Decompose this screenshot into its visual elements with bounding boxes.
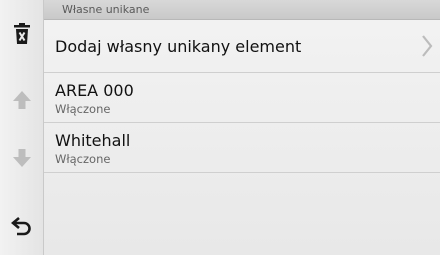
back-icon — [10, 215, 33, 237]
arrow-up-icon — [12, 89, 32, 111]
back-button[interactable] — [0, 204, 43, 248]
list-item[interactable]: AREA 000 Włączone — [44, 73, 440, 123]
scroll-down-button[interactable] — [0, 136, 43, 180]
scroll-up-button[interactable] — [0, 78, 43, 122]
page-title: Własne unikane — [62, 3, 150, 16]
avoidance-list: Dodaj własny unikany element AREA 000 Wł… — [44, 20, 440, 173]
list-item-title: AREA 000 — [55, 81, 134, 100]
arrow-down-icon — [12, 147, 32, 169]
header-bar: Własne unikane — [44, 0, 440, 20]
add-avoidance-item[interactable]: Dodaj własny unikany element — [44, 20, 440, 73]
list-item-status: Włączone — [55, 152, 111, 166]
sidebar — [0, 0, 44, 255]
list-item[interactable]: Whitehall Włączone — [44, 123, 440, 173]
delete-button[interactable] — [0, 12, 43, 56]
list-item-status: Włączone — [55, 102, 111, 116]
list-item-title: Whitehall — [55, 131, 131, 150]
screen: Własne unikane Dodaj własny unikany elem… — [0, 0, 440, 255]
trash-x-icon — [12, 23, 32, 45]
list-item-title: Dodaj własny unikany element — [55, 37, 302, 56]
chevron-right-icon — [420, 34, 434, 62]
